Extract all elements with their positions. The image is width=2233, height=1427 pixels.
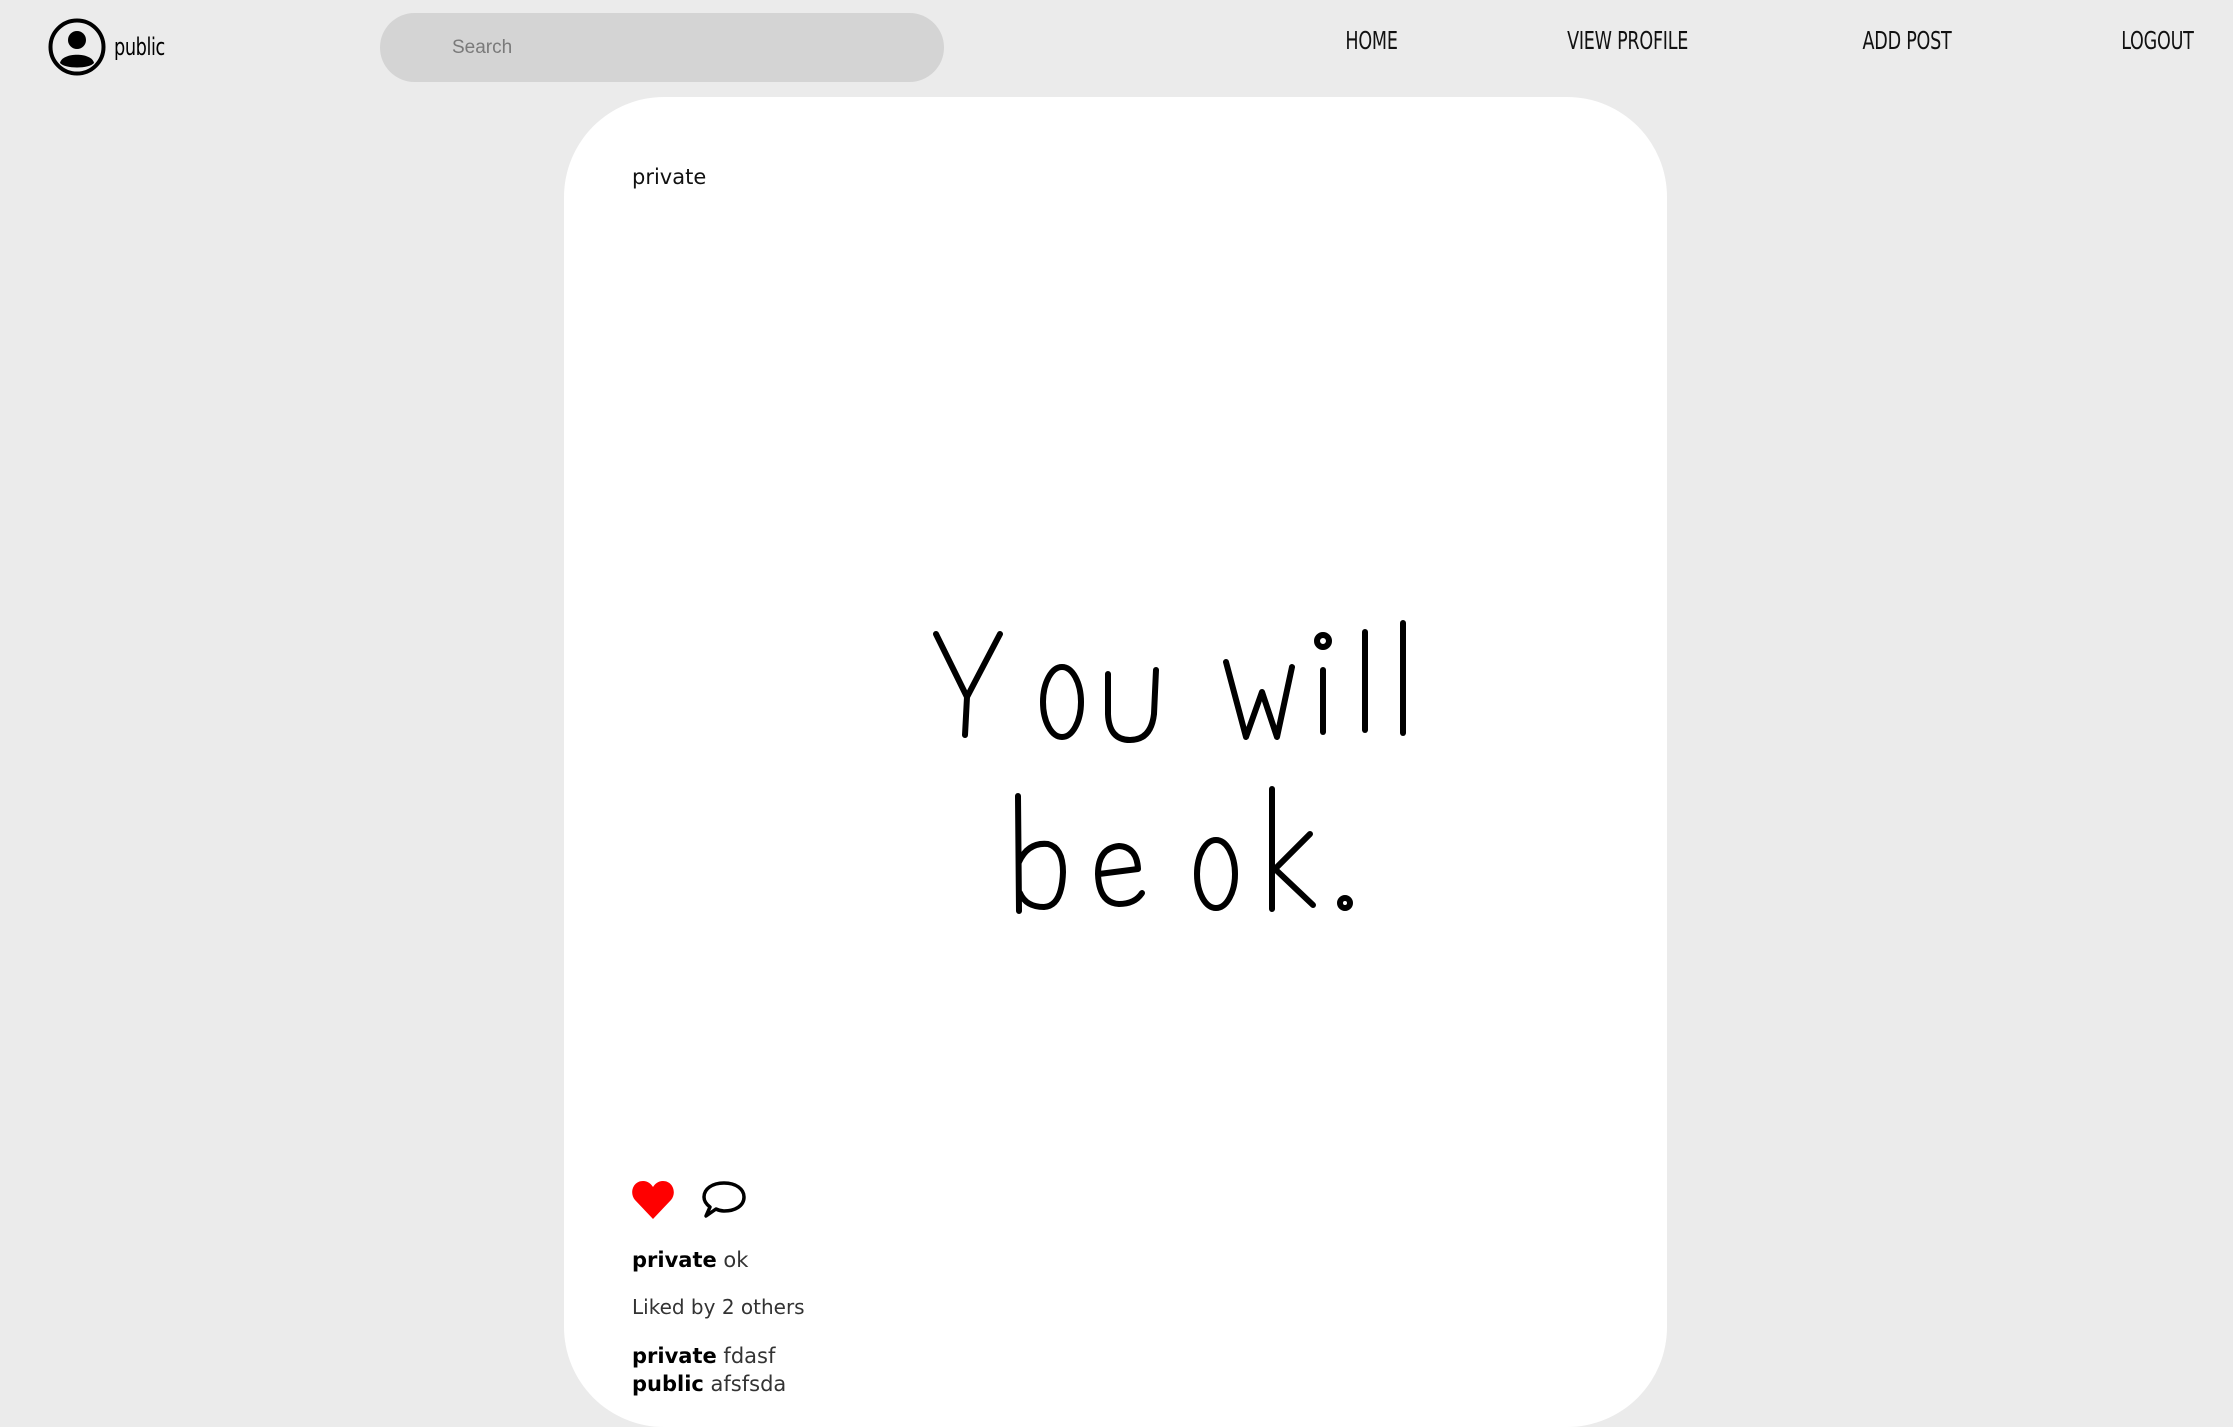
top-navigation-bar: public HOME VIEW PROFILE ADD POST LOGOUT	[0, 0, 2233, 94]
search-bar[interactable]	[380, 13, 944, 82]
comment-author[interactable]: private	[632, 1344, 717, 1368]
post-caption: private ok	[632, 1248, 748, 1272]
caption-author[interactable]: private	[632, 1248, 717, 1272]
post-image-handwritten-text	[933, 620, 1406, 914]
comment-item: private fdasf	[632, 1344, 775, 1368]
post-author[interactable]: private	[632, 165, 706, 189]
nav-view-profile-link[interactable]: VIEW PROFILE	[1567, 26, 1688, 55]
comment-bubble-icon[interactable]	[701, 1179, 747, 1221]
post-card: private private ok Liked by 2 others pri…	[564, 97, 1667, 1427]
user-brand[interactable]: public	[48, 18, 176, 76]
nav-add-post-link[interactable]: ADD POST	[1863, 26, 1952, 55]
comment-item: public afsfsda	[632, 1372, 786, 1396]
nav-logout-link[interactable]: LOGOUT	[2121, 26, 2194, 55]
comment-text: fdasf	[723, 1344, 776, 1368]
user-avatar-icon[interactable]	[48, 18, 106, 76]
comment-text: afsfsda	[710, 1372, 787, 1396]
comment-author[interactable]: public	[632, 1372, 704, 1396]
nav-home-link[interactable]: HOME	[1345, 26, 1398, 55]
post-image	[632, 237, 1599, 1157]
likes-count[interactable]: Liked by 2 others	[632, 1295, 805, 1319]
current-username[interactable]: public	[114, 33, 165, 61]
post-actions	[631, 1179, 747, 1221]
search-input[interactable]	[450, 35, 894, 60]
caption-text: ok	[723, 1248, 749, 1272]
heart-icon[interactable]	[631, 1179, 675, 1221]
